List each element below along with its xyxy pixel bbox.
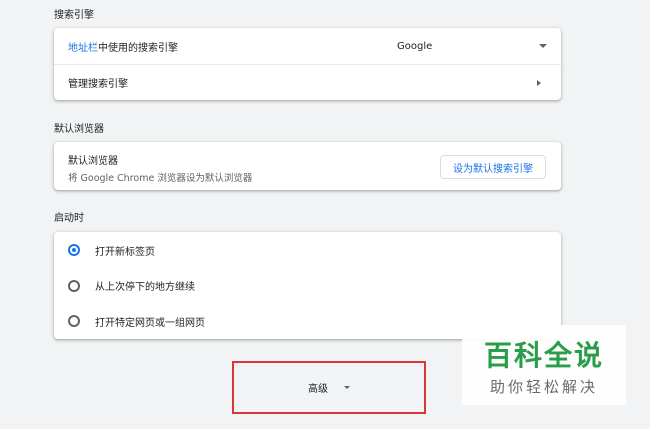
watermark-subtitle: 助你轻松解决 [489, 377, 598, 396]
address-bar-engine-row: 地址栏 中使用的搜索引擎 Google [54, 28, 561, 64]
watermark-logo: 百科全说 助你轻松解决 [462, 325, 626, 405]
startup-option-label: 打开新标签页 [95, 246, 155, 258]
startup-option-label: 从上次停下的地方继续 [95, 282, 195, 293]
address-bar-link[interactable]: 地址栏 [68, 39, 98, 54]
advanced-label: 高级 [308, 384, 328, 395]
radio-unchecked-icon[interactable] [68, 279, 80, 292]
startup-card: 打开新标签页 从上次停下的地方继续 打开特定网页或一组网页 [54, 232, 561, 339]
radio-unchecked-icon[interactable] [68, 315, 80, 327]
set-default-button[interactable]: 设为默认搜索引擎 [440, 155, 546, 179]
chevron-down-icon [344, 386, 350, 389]
default-browser-title: 默认浏览器 [68, 156, 118, 167]
startup-section-title: 启动时 [54, 213, 84, 224]
search-engine-section-title: 搜索引擎 [54, 10, 94, 21]
address-bar-engine-label: 中使用的搜索引擎 [98, 42, 178, 54]
startup-option-new-tab[interactable]: 打开新标签页 [54, 232, 561, 268]
chevron-right-icon [537, 79, 541, 86]
watermark-title: 百科全说 [483, 338, 604, 372]
default-browser-description: 将 Google Chrome 浏览器设为默认浏览器 [68, 173, 253, 184]
radio-checked-icon[interactable] [68, 244, 80, 256]
advanced-toggle-button[interactable]: 高级 [232, 361, 426, 414]
search-engine-card: 地址栏 中使用的搜索引擎 Google 管理搜索引擎 [54, 28, 561, 100]
startup-option-continue[interactable]: 从上次停下的地方继续 [54, 268, 561, 303]
search-engine-selected: Google [397, 40, 433, 52]
default-browser-section-title: 默认浏览器 [54, 124, 104, 135]
search-engine-select[interactable]: Google [397, 36, 547, 56]
default-browser-text: 默认浏览器 将 Google Chrome 浏览器设为默认浏览器 [68, 152, 252, 184]
manage-search-engines-row[interactable]: 管理搜索引擎 [54, 65, 561, 100]
manage-search-engines-label: 管理搜索引擎 [68, 79, 128, 90]
default-browser-card: 默认浏览器 将 Google Chrome 浏览器设为默认浏览器 设为默认搜索引… [54, 142, 561, 190]
startup-option-label: 打开特定网页或一组网页 [95, 317, 205, 329]
chevron-down-icon [539, 44, 547, 48]
